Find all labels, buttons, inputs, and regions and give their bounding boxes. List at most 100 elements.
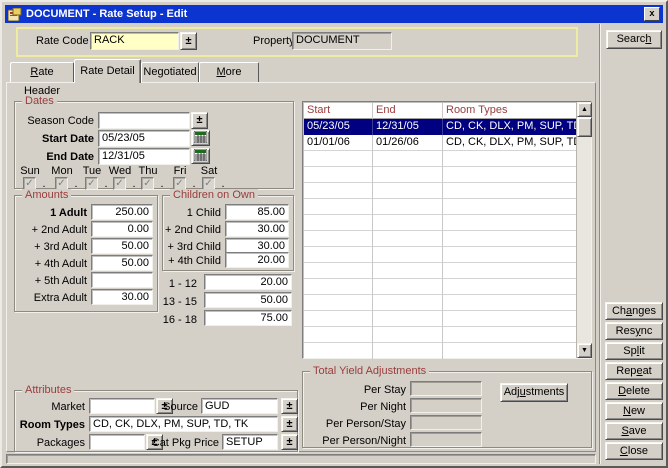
tab-rate-header[interactable]: Rate Header bbox=[10, 62, 74, 83]
child-1-field[interactable]: 85.00 bbox=[225, 204, 289, 220]
rate-code-field[interactable]: RACK bbox=[90, 32, 179, 50]
season-code-field[interactable] bbox=[98, 112, 190, 129]
scroll-up-button[interactable]: ▲ bbox=[577, 102, 592, 117]
grid-cell-room-types: CD, CK, DLX, PM, SUP, TD, TK bbox=[443, 119, 576, 135]
per-person-stay-label: Per Person/Stay bbox=[303, 418, 406, 430]
cat-pkg-price-lov-button[interactable]: ± bbox=[281, 434, 298, 450]
day-label-sat: Sat bbox=[201, 165, 218, 177]
per-person-stay-field bbox=[410, 415, 482, 430]
scrollbar-thumb[interactable] bbox=[577, 117, 592, 137]
amount-label: + 2nd Adult bbox=[15, 224, 87, 236]
start-date-field[interactable]: 05/23/05 bbox=[98, 130, 190, 147]
adult-1-field[interactable]: 250.00 bbox=[91, 204, 153, 220]
child-2-field[interactable]: 30.00 bbox=[225, 221, 289, 237]
new-button[interactable]: New bbox=[605, 402, 663, 420]
age-1-12-label: 1 - 12 bbox=[122, 278, 197, 290]
calendar-icon bbox=[194, 131, 207, 146]
grid-scrollbar[interactable]: ▲ ▼ bbox=[576, 102, 591, 358]
grid-empty-row bbox=[304, 263, 576, 279]
close-window-button[interactable]: Close bbox=[605, 442, 663, 460]
end-date-field[interactable]: 12/31/05 bbox=[98, 148, 190, 165]
split-button[interactable]: Split bbox=[605, 342, 663, 360]
grid-row[interactable]: 01/01/06 01/26/06 CD, CK, DLX, PM, SUP, … bbox=[304, 135, 576, 151]
yield-group-label: Total Yield Adjustments bbox=[310, 365, 429, 377]
arrow-down-icon: ▼ bbox=[581, 347, 588, 354]
lov-icon: ± bbox=[286, 436, 292, 448]
per-stay-label: Per Stay bbox=[303, 384, 406, 396]
per-stay-field bbox=[410, 381, 482, 396]
end-date-calendar-button[interactable] bbox=[191, 148, 210, 164]
amounts-group: Amounts 1 Adult 250.00 + 2nd Adult 0.00 … bbox=[14, 195, 158, 312]
grid-header-start: Start bbox=[304, 103, 373, 119]
age-1-12-field[interactable]: 20.00 bbox=[204, 274, 292, 290]
property-label: Property bbox=[253, 35, 295, 47]
grid-header-room-types: Room Types bbox=[443, 103, 576, 119]
grid-header-end: End bbox=[373, 103, 443, 119]
grid-empty-row bbox=[304, 295, 576, 311]
grid-header-row: Start End Room Types bbox=[304, 103, 576, 119]
adult-4-field[interactable]: 50.00 bbox=[91, 255, 153, 271]
grid-empty-row bbox=[304, 151, 576, 167]
season-code-lov-button[interactable]: ± bbox=[191, 112, 208, 129]
dates-group-label: Dates bbox=[22, 95, 57, 107]
attributes-group-label: Attributes bbox=[22, 384, 74, 396]
amounts-group-label: Amounts bbox=[22, 189, 71, 201]
packages-label: Packages bbox=[15, 437, 85, 449]
resync-button[interactable]: Resync bbox=[605, 322, 663, 340]
changes-button[interactable]: Changes bbox=[605, 302, 663, 320]
season-code-label: Season Code bbox=[15, 115, 94, 127]
adjustments-button[interactable]: Adjustments bbox=[500, 383, 568, 402]
titlebar: DOCUMENT - Rate Setup - Edit x bbox=[5, 5, 663, 23]
day-label-thu: Thu bbox=[139, 165, 158, 177]
children-group: Children on Own 1 Child 85.00 + 2nd Chil… bbox=[162, 195, 294, 271]
grid-empty-row bbox=[304, 231, 576, 247]
adult-3-field[interactable]: 50.00 bbox=[91, 238, 153, 254]
repeat-button[interactable]: Repeat bbox=[605, 362, 663, 380]
delete-button[interactable]: Delete bbox=[605, 382, 663, 400]
child-4-field[interactable]: 20.00 bbox=[225, 252, 289, 268]
children-group-label: Children on Own bbox=[170, 189, 258, 201]
scroll-down-button[interactable]: ▼ bbox=[577, 343, 592, 358]
grid-cell-start: 05/23/05 bbox=[304, 119, 373, 135]
age-13-15-field[interactable]: 50.00 bbox=[204, 292, 292, 308]
amount-label: Extra Adult bbox=[15, 292, 87, 304]
grid-empty-row bbox=[304, 279, 576, 295]
save-button[interactable]: Save bbox=[605, 422, 663, 440]
tab-rate-detail[interactable]: Rate Detail bbox=[74, 59, 141, 83]
room-types-field[interactable]: CD, CK, DLX, PM, SUP, TD, TK bbox=[89, 416, 278, 432]
rate-detail-grid: Start End Room Types 05/23/05 12/31/05 C… bbox=[302, 101, 592, 359]
grid-cell-end: 01/26/06 bbox=[373, 135, 443, 151]
grid-row-selected[interactable]: 05/23/05 12/31/05 CD, CK, DLX, PM, SUP, … bbox=[304, 119, 576, 135]
property-field: DOCUMENT bbox=[292, 32, 392, 50]
source-field[interactable]: GUD bbox=[201, 398, 278, 414]
child-label: + 2nd Child bbox=[163, 224, 221, 236]
per-night-label: Per Night bbox=[303, 401, 406, 413]
adult-2-field[interactable]: 0.00 bbox=[91, 221, 153, 237]
start-date-calendar-button[interactable] bbox=[191, 130, 210, 146]
tab-negotiated[interactable]: Negotiated bbox=[141, 62, 199, 83]
child-label: + 3rd Child bbox=[163, 241, 221, 253]
tab-more[interactable]: More bbox=[199, 62, 259, 83]
rate-code-lov-button[interactable]: ± bbox=[180, 32, 197, 50]
room-types-lov-button[interactable]: ± bbox=[281, 416, 298, 432]
cat-pkg-price-field[interactable]: SETUP bbox=[222, 434, 278, 450]
grid-empty-row bbox=[304, 327, 576, 343]
age-16-18-field[interactable]: 75.00 bbox=[204, 310, 292, 326]
dates-group: Dates Season Code ± Start Date 05/23/05 … bbox=[14, 101, 294, 189]
search-button[interactable]: Search bbox=[606, 30, 662, 49]
day-label-fri: Fri bbox=[174, 165, 187, 177]
source-lov-button[interactable]: ± bbox=[281, 398, 298, 414]
close-button[interactable]: x bbox=[644, 7, 660, 21]
packages-field[interactable] bbox=[89, 434, 145, 450]
grid-cell-room-types: CD, CK, DLX, PM, SUP, TD, TK, TKTD bbox=[443, 135, 576, 151]
day-label-mon: Mon bbox=[51, 165, 72, 177]
child-label: 1 Child bbox=[163, 207, 221, 219]
attributes-group: Attributes Market ± Source GUD ± Room Ty… bbox=[14, 390, 298, 452]
grid-empty-row bbox=[304, 183, 576, 199]
day-label-tue: Tue bbox=[83, 165, 102, 177]
bottom-strip bbox=[6, 454, 596, 464]
amount-label: + 5th Adult bbox=[15, 275, 87, 287]
market-field[interactable] bbox=[89, 398, 155, 414]
end-date-label: End Date bbox=[15, 151, 94, 163]
app-icon bbox=[8, 8, 22, 21]
